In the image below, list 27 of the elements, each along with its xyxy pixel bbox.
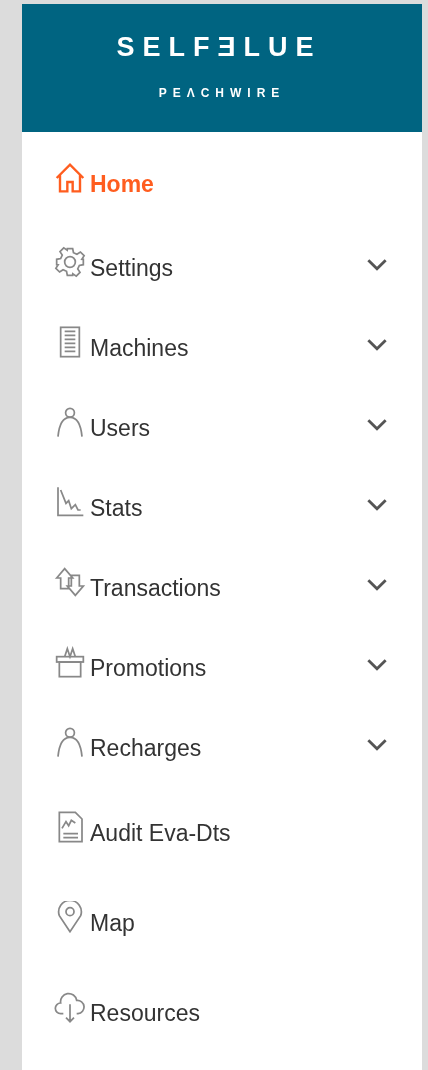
chevron-down-icon[interactable]: [366, 657, 388, 671]
menu-item[interactable]: Stats: [54, 486, 143, 522]
chevron-down-icon[interactable]: [366, 737, 388, 751]
brand-logo: SELFƎLUE: [116, 32, 322, 63]
brand-sublogo: PEΛCHWIRE: [158, 86, 286, 100]
cloud-download-icon: [54, 991, 86, 1023]
up-down-arrows-icon: [54, 566, 86, 598]
menu-item[interactable]: Recharges: [54, 726, 202, 762]
chevron-down-icon[interactable]: [366, 417, 388, 431]
menu-item[interactable]: Settings: [54, 246, 174, 282]
menu-item[interactable]: Machines: [54, 326, 189, 362]
person-icon: [54, 726, 86, 758]
menu-item[interactable]: Resources: [54, 991, 200, 1027]
menu-item[interactable]: Map: [54, 901, 135, 937]
house-icon: [54, 162, 86, 194]
chevron-down-icon[interactable]: [366, 577, 388, 591]
chevron-down-icon[interactable]: [366, 257, 388, 271]
chevron-down-icon[interactable]: [366, 337, 388, 351]
menu-item[interactable]: Users: [54, 406, 151, 442]
menu-item[interactable]: Audit Eva-Dts: [54, 811, 231, 847]
menu-item[interactable]: Transactions: [54, 566, 221, 602]
chart-icon: [54, 486, 86, 518]
gift-icon: [54, 646, 86, 678]
gear-icon: [54, 246, 86, 278]
menu-item[interactable]: Promotions: [54, 646, 207, 682]
chevron-down-icon[interactable]: [366, 497, 388, 511]
person-icon: [54, 406, 86, 438]
